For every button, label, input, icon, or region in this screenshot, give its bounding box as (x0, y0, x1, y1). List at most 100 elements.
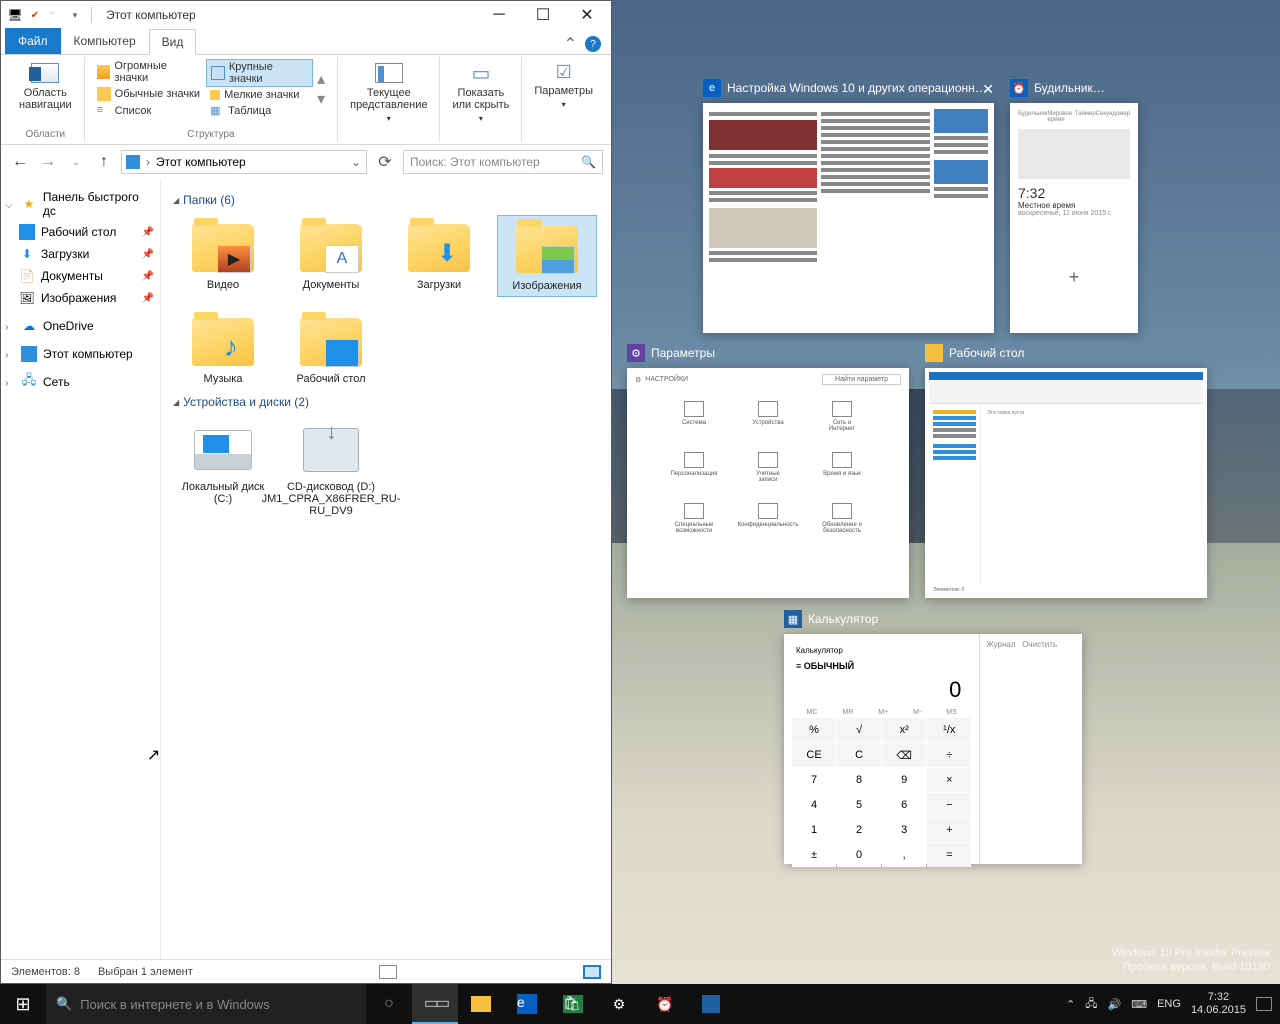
folder-pictures[interactable]: Изображения (497, 215, 597, 297)
help-icon[interactable]: ? (585, 36, 601, 52)
tab-view[interactable]: Вид (149, 29, 197, 55)
calc-key[interactable]: % (792, 718, 836, 742)
calc-key[interactable]: √ (837, 718, 881, 742)
calc-key[interactable]: x² (882, 718, 926, 742)
qat-properties-icon[interactable] (27, 7, 43, 23)
taskbar-search[interactable]: 🔍 Поиск в интернете и в Windows (46, 984, 366, 1024)
task-view-button[interactable] (412, 984, 458, 1024)
calc-key[interactable]: 4 (792, 793, 836, 817)
back-button[interactable]: ← (9, 151, 31, 173)
current-view-button[interactable]: Текущее представление▾ (346, 59, 431, 127)
calc-key[interactable]: 7 (792, 768, 836, 792)
taskbar-alarm[interactable]: ⏰ (642, 984, 688, 1024)
calc-key[interactable]: = (927, 843, 971, 867)
sidebar-network[interactable]: Сеть (3, 371, 158, 393)
sidebar-onedrive[interactable]: OneDrive (3, 315, 158, 337)
calc-key[interactable]: 8 (837, 768, 881, 792)
view-icons-button[interactable] (583, 965, 601, 979)
close-button[interactable]: ✕ (565, 2, 609, 28)
recent-dropdown[interactable]: ⌄ (65, 151, 87, 173)
sidebar-item-pictures[interactable]: Изображения📌 (3, 287, 158, 309)
view-list[interactable]: Список (93, 103, 206, 119)
calc-key[interactable]: − (927, 793, 971, 817)
folder-video[interactable]: ▶Видео (173, 215, 273, 297)
folder-documents[interactable]: AДокументы (281, 215, 381, 297)
search-icon: 🔍 (56, 996, 72, 1012)
group-devices[interactable]: Устройства и диски (2) (173, 395, 599, 409)
view-large-icons[interactable]: Крупные значки (206, 59, 313, 87)
tab-computer[interactable]: Компьютер (61, 28, 149, 54)
view-table[interactable]: Таблица (206, 103, 313, 119)
taskview-thumb-calculator[interactable]: ▦Калькулятор Калькулятор ≡ ОБЫЧНЫЙ 0 MCM… (784, 634, 1082, 864)
action-center-icon[interactable] (1256, 997, 1272, 1011)
up-button[interactable]: ↑ (93, 151, 115, 173)
calc-key[interactable]: 3 (882, 818, 926, 842)
view-details-button[interactable] (379, 965, 397, 979)
taskview-thumb-settings[interactable]: ⚙Параметры ⚙НАСТРОЙКИНайти параметр Сист… (627, 368, 909, 598)
taskbar-edge[interactable]: e (504, 984, 550, 1024)
taskbar-explorer[interactable] (458, 984, 504, 1024)
search-input[interactable]: Поиск: Этот компьютер🔍 (403, 150, 603, 174)
gear-icon: ⚙ (607, 992, 631, 1016)
maximize-button[interactable]: ☐ (521, 2, 565, 28)
app-icon (7, 7, 23, 23)
drive-local-c[interactable]: Локальный диск (C:) (173, 417, 273, 521)
calc-key[interactable]: 5 (837, 793, 881, 817)
tab-file[interactable]: Файл (5, 28, 61, 54)
calc-key[interactable]: , (882, 843, 926, 867)
folder-desktop[interactable]: Рабочий стол (281, 309, 381, 389)
sidebar-quick-access[interactable]: Панель быстрого дс (3, 187, 158, 221)
calc-key[interactable]: × (927, 768, 971, 792)
forward-button[interactable]: → (37, 151, 59, 173)
navigation-pane-button[interactable]: Область навигации (15, 59, 76, 113)
calc-key[interactable]: ⌫ (882, 743, 926, 767)
view-huge-icons[interactable]: Огромные значки (93, 59, 206, 85)
downloads-icon (19, 246, 35, 262)
refresh-button[interactable]: ⟳ (373, 150, 397, 174)
taskview-thumb-explorer[interactable]: Рабочий стол Эта папка пуста Элементов: … (925, 368, 1207, 598)
cortana-button[interactable] (366, 984, 412, 1024)
taskbar-store[interactable]: 🛍 (550, 984, 596, 1024)
calc-key[interactable]: 1 (792, 818, 836, 842)
calc-key[interactable]: C (837, 743, 881, 767)
sidebar-item-documents[interactable]: Документы📌 (3, 265, 158, 287)
calc-key[interactable]: ÷ (927, 743, 971, 767)
tray-language[interactable]: ENG (1157, 998, 1181, 1010)
options-button[interactable]: Параметры▾ (530, 59, 597, 113)
qat-dropdown-icon[interactable] (67, 7, 83, 23)
address-bar[interactable]: Этот компьютер ⌄ (121, 150, 367, 174)
collapse-ribbon-icon[interactable] (564, 34, 577, 54)
calc-key[interactable]: CE (792, 743, 836, 767)
tray-chevron-icon[interactable]: ⌃ (1066, 998, 1075, 1011)
calc-key[interactable]: ± (792, 843, 836, 867)
minimize-button[interactable]: ─ (477, 2, 521, 28)
tray-clock[interactable]: 7:3214.06.2015 (1191, 991, 1246, 1017)
close-icon[interactable]: ✕ (982, 81, 994, 98)
calc-key[interactable]: + (927, 818, 971, 842)
taskview-thumb-alarm[interactable]: ⏰Будильник… БудильникМировое времяТаймер… (1010, 103, 1138, 333)
show-hide-button[interactable]: Показать или скрыть▾ (448, 59, 513, 127)
tray-volume-icon[interactable]: 🔊 (1108, 998, 1122, 1011)
taskbar-calculator[interactable] (688, 984, 734, 1024)
folder-music[interactable]: Музыка (173, 309, 273, 389)
calc-key[interactable]: 6 (882, 793, 926, 817)
calc-key[interactable]: 2 (837, 818, 881, 842)
calc-key[interactable]: 9 (882, 768, 926, 792)
tray-network-icon[interactable]: 🖧 (1085, 995, 1097, 1014)
qat-newfolder-icon[interactable] (47, 7, 63, 23)
taskview-thumb-browser[interactable]: eНастройка Windows 10 и других операцион… (703, 103, 994, 333)
start-button[interactable] (0, 984, 46, 1024)
group-folders[interactable]: Папки (6) (173, 193, 599, 207)
tray-keyboard-icon[interactable]: ⌨ (1131, 998, 1147, 1011)
sidebar-item-desktop[interactable]: Рабочий стол📌 (3, 221, 158, 243)
sidebar-this-pc[interactable]: Этот компьютер (3, 343, 158, 365)
view-small-icons[interactable]: Мелкие значки (206, 88, 313, 102)
calc-key[interactable]: ¹/x (927, 718, 971, 742)
sidebar-item-downloads[interactable]: Загрузки📌 (3, 243, 158, 265)
view-normal-icons[interactable]: Обычные значки (93, 86, 206, 102)
taskbar-settings[interactable]: ⚙ (596, 984, 642, 1024)
watermark: Windows 10 Pro Insider Preview Пробная в… (1112, 946, 1270, 974)
drive-dvd-d[interactable]: CD-дисковод (D:) JM1_CPRA_X86FRER_RU-RU_… (281, 417, 381, 521)
folder-downloads[interactable]: Загрузки (389, 215, 489, 297)
calc-key[interactable]: 0 (837, 843, 881, 867)
